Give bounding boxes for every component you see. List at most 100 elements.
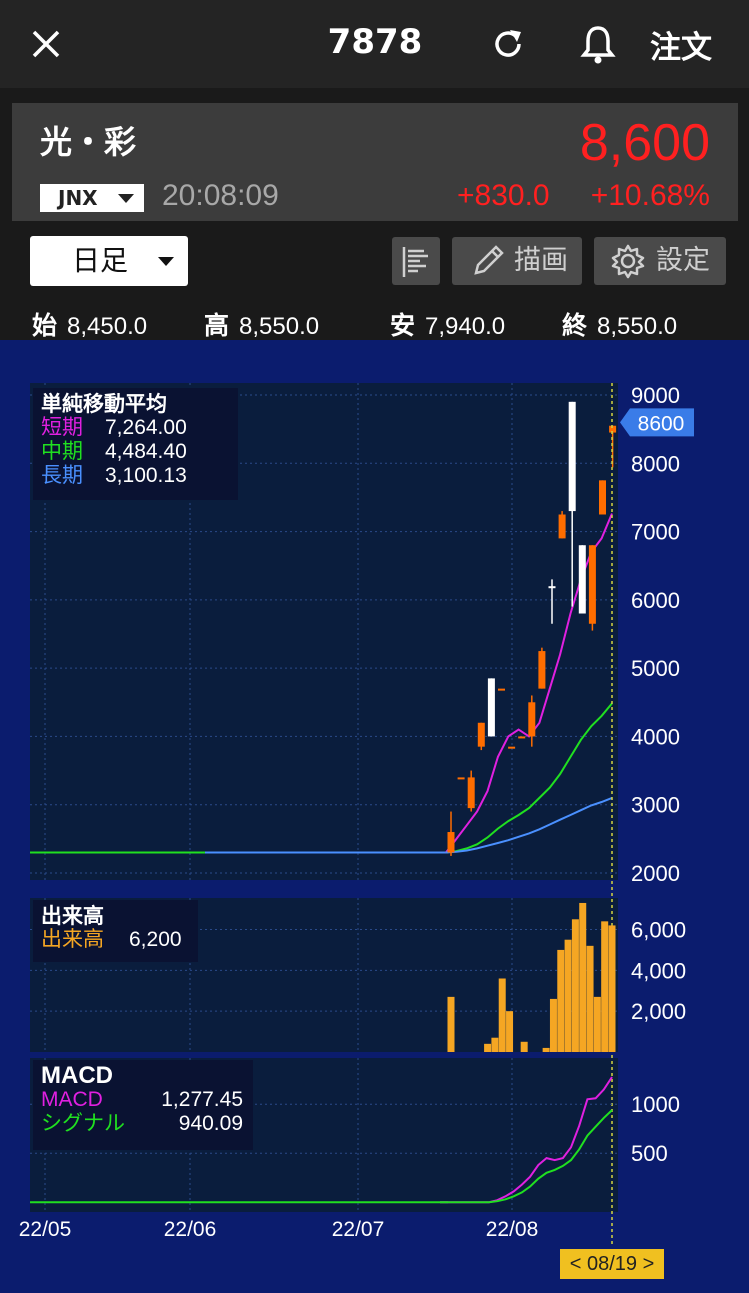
volume-bar	[498, 978, 506, 1052]
volume-bar	[593, 996, 601, 1052]
dropdown-arrow-icon	[158, 257, 174, 266]
current-price-tag: 8600	[638, 412, 685, 435]
volume-label: 出来高	[41, 928, 104, 951]
price-axis-label: 6000	[631, 588, 680, 613]
price-change: +830.0	[457, 179, 550, 212]
month-tick-label: 22/07	[332, 1218, 385, 1241]
price-axis-label: 3000	[631, 793, 680, 818]
settings-button[interactable]: 設定	[594, 237, 726, 285]
candle-body	[447, 832, 455, 853]
top-bar: 7878 注文	[0, 0, 749, 88]
volume-legend: 出来高 出来高 6,200	[33, 900, 198, 962]
high-price: 高 8,550.0	[204, 311, 320, 340]
current-price: 8,600	[579, 114, 710, 172]
pencil-icon	[474, 245, 504, 275]
low-price: 安 7,940.0	[390, 311, 506, 340]
refresh-icon[interactable]	[488, 24, 528, 64]
order-book-icon	[402, 247, 428, 277]
market-select[interactable]: JNX	[40, 184, 144, 212]
quote-time: 20:08:09	[162, 179, 279, 212]
short-ma-label: 短期	[41, 416, 83, 439]
short-ma-value: 7,264.00	[105, 416, 187, 439]
candle-body	[457, 777, 465, 780]
ma-legend-title: 単純移動平均	[41, 392, 167, 416]
stock-name: 光・彩	[40, 123, 137, 161]
candle-body	[477, 722, 485, 747]
macd-axis-label: 1000	[631, 1092, 680, 1117]
candle-body	[467, 777, 475, 809]
chart-area[interactable]: 22/05 22/06 22/07 22/08 2000 3000 4000 5000 6000…	[0, 340, 749, 1293]
order-button[interactable]: 注文	[650, 22, 712, 67]
volume-bar	[506, 1011, 514, 1052]
month-tick-label: 22/08	[486, 1218, 539, 1241]
price-change-percent: +10.68%	[590, 179, 710, 212]
volume-bar	[491, 1037, 499, 1052]
volume-bar	[542, 1047, 550, 1052]
candle-body	[558, 514, 566, 539]
volume-legend-title: 出来高	[41, 904, 104, 928]
candle-body	[568, 401, 576, 512]
candle-body	[487, 678, 495, 737]
long-ma-label: 長期	[41, 464, 83, 487]
volume-bar	[484, 1043, 492, 1052]
macd-axis-label: 500	[631, 1141, 668, 1166]
price-axis-label: 8000	[631, 451, 680, 476]
candle-body	[578, 545, 586, 614]
volume-bar	[520, 1041, 528, 1052]
open-price: 始 8,450.0	[32, 311, 148, 340]
signal-value: 940.09	[178, 1112, 243, 1135]
price-axis-label: 5000	[631, 656, 680, 681]
mid-ma-value: 4,484.40	[105, 440, 187, 463]
signal-label: シグナル	[41, 1112, 125, 1135]
bell-icon[interactable]	[578, 22, 618, 66]
draw-label: 描画	[514, 245, 568, 276]
volume-bar	[557, 949, 565, 1052]
candle-body	[599, 480, 606, 515]
candle-body	[548, 586, 556, 589]
macd-legend-title: MACD	[41, 1062, 113, 1089]
price-axis-label: 2000	[631, 861, 680, 886]
price-axis-label: 7000	[631, 520, 680, 545]
volume-axis-label: 2,000	[631, 999, 686, 1024]
candle-body	[538, 651, 546, 689]
volume-bar	[608, 925, 616, 1052]
volume-value: 6,200	[129, 928, 182, 951]
volume-bar	[447, 996, 455, 1052]
ma-legend: 単純移動平均 短期 7,264.00 中期 4,484.40 長期 3,100.13	[33, 388, 238, 500]
month-tick-label: 22/06	[164, 1218, 217, 1241]
price-axis-label: 4000	[631, 724, 680, 749]
candle-body	[498, 688, 505, 691]
volume-bar	[579, 902, 587, 1052]
settings-label: 設定	[656, 245, 710, 276]
macd-legend: MACD MACD 1,277.45 シグナル 940.09	[33, 1060, 253, 1150]
order-book-button[interactable]	[392, 237, 440, 285]
candle-body	[588, 545, 596, 624]
long-ma-value: 3,100.13	[105, 464, 187, 487]
gear-icon	[611, 244, 645, 279]
period-label: 日足	[72, 244, 129, 277]
market-label: JNX	[58, 186, 98, 210]
volume-bar	[601, 921, 609, 1052]
date-cursor-label[interactable]: < 08/19 >	[560, 1249, 664, 1279]
dropdown-arrow-icon	[118, 194, 134, 203]
volume-bar	[564, 939, 572, 1052]
candle-body	[528, 702, 536, 737]
period-select[interactable]: 日足	[30, 236, 188, 286]
volume-axis-label: 4,000	[631, 958, 686, 983]
mid-ma-label: 中期	[41, 440, 83, 463]
close-price: 終 8,550.0	[562, 311, 678, 340]
close-icon[interactable]	[24, 22, 68, 66]
macd-value: 1,277.45	[161, 1088, 243, 1111]
price-axis-label: 9000	[631, 383, 680, 408]
candle-body	[508, 746, 516, 749]
candle-body	[518, 736, 526, 739]
volume-axis-label: 6,000	[631, 918, 686, 943]
volume-bar	[549, 998, 557, 1052]
macd-label: MACD	[41, 1088, 103, 1111]
draw-button[interactable]: 描画	[452, 237, 582, 285]
quote-panel: 光・彩 8,600 JNX 20:08:09 +830.0 +10.68%	[12, 103, 738, 221]
volume-bar	[571, 919, 579, 1052]
stock-code: 7878	[327, 22, 423, 62]
volume-bar	[586, 945, 594, 1052]
month-tick-label: 22/05	[19, 1218, 72, 1241]
